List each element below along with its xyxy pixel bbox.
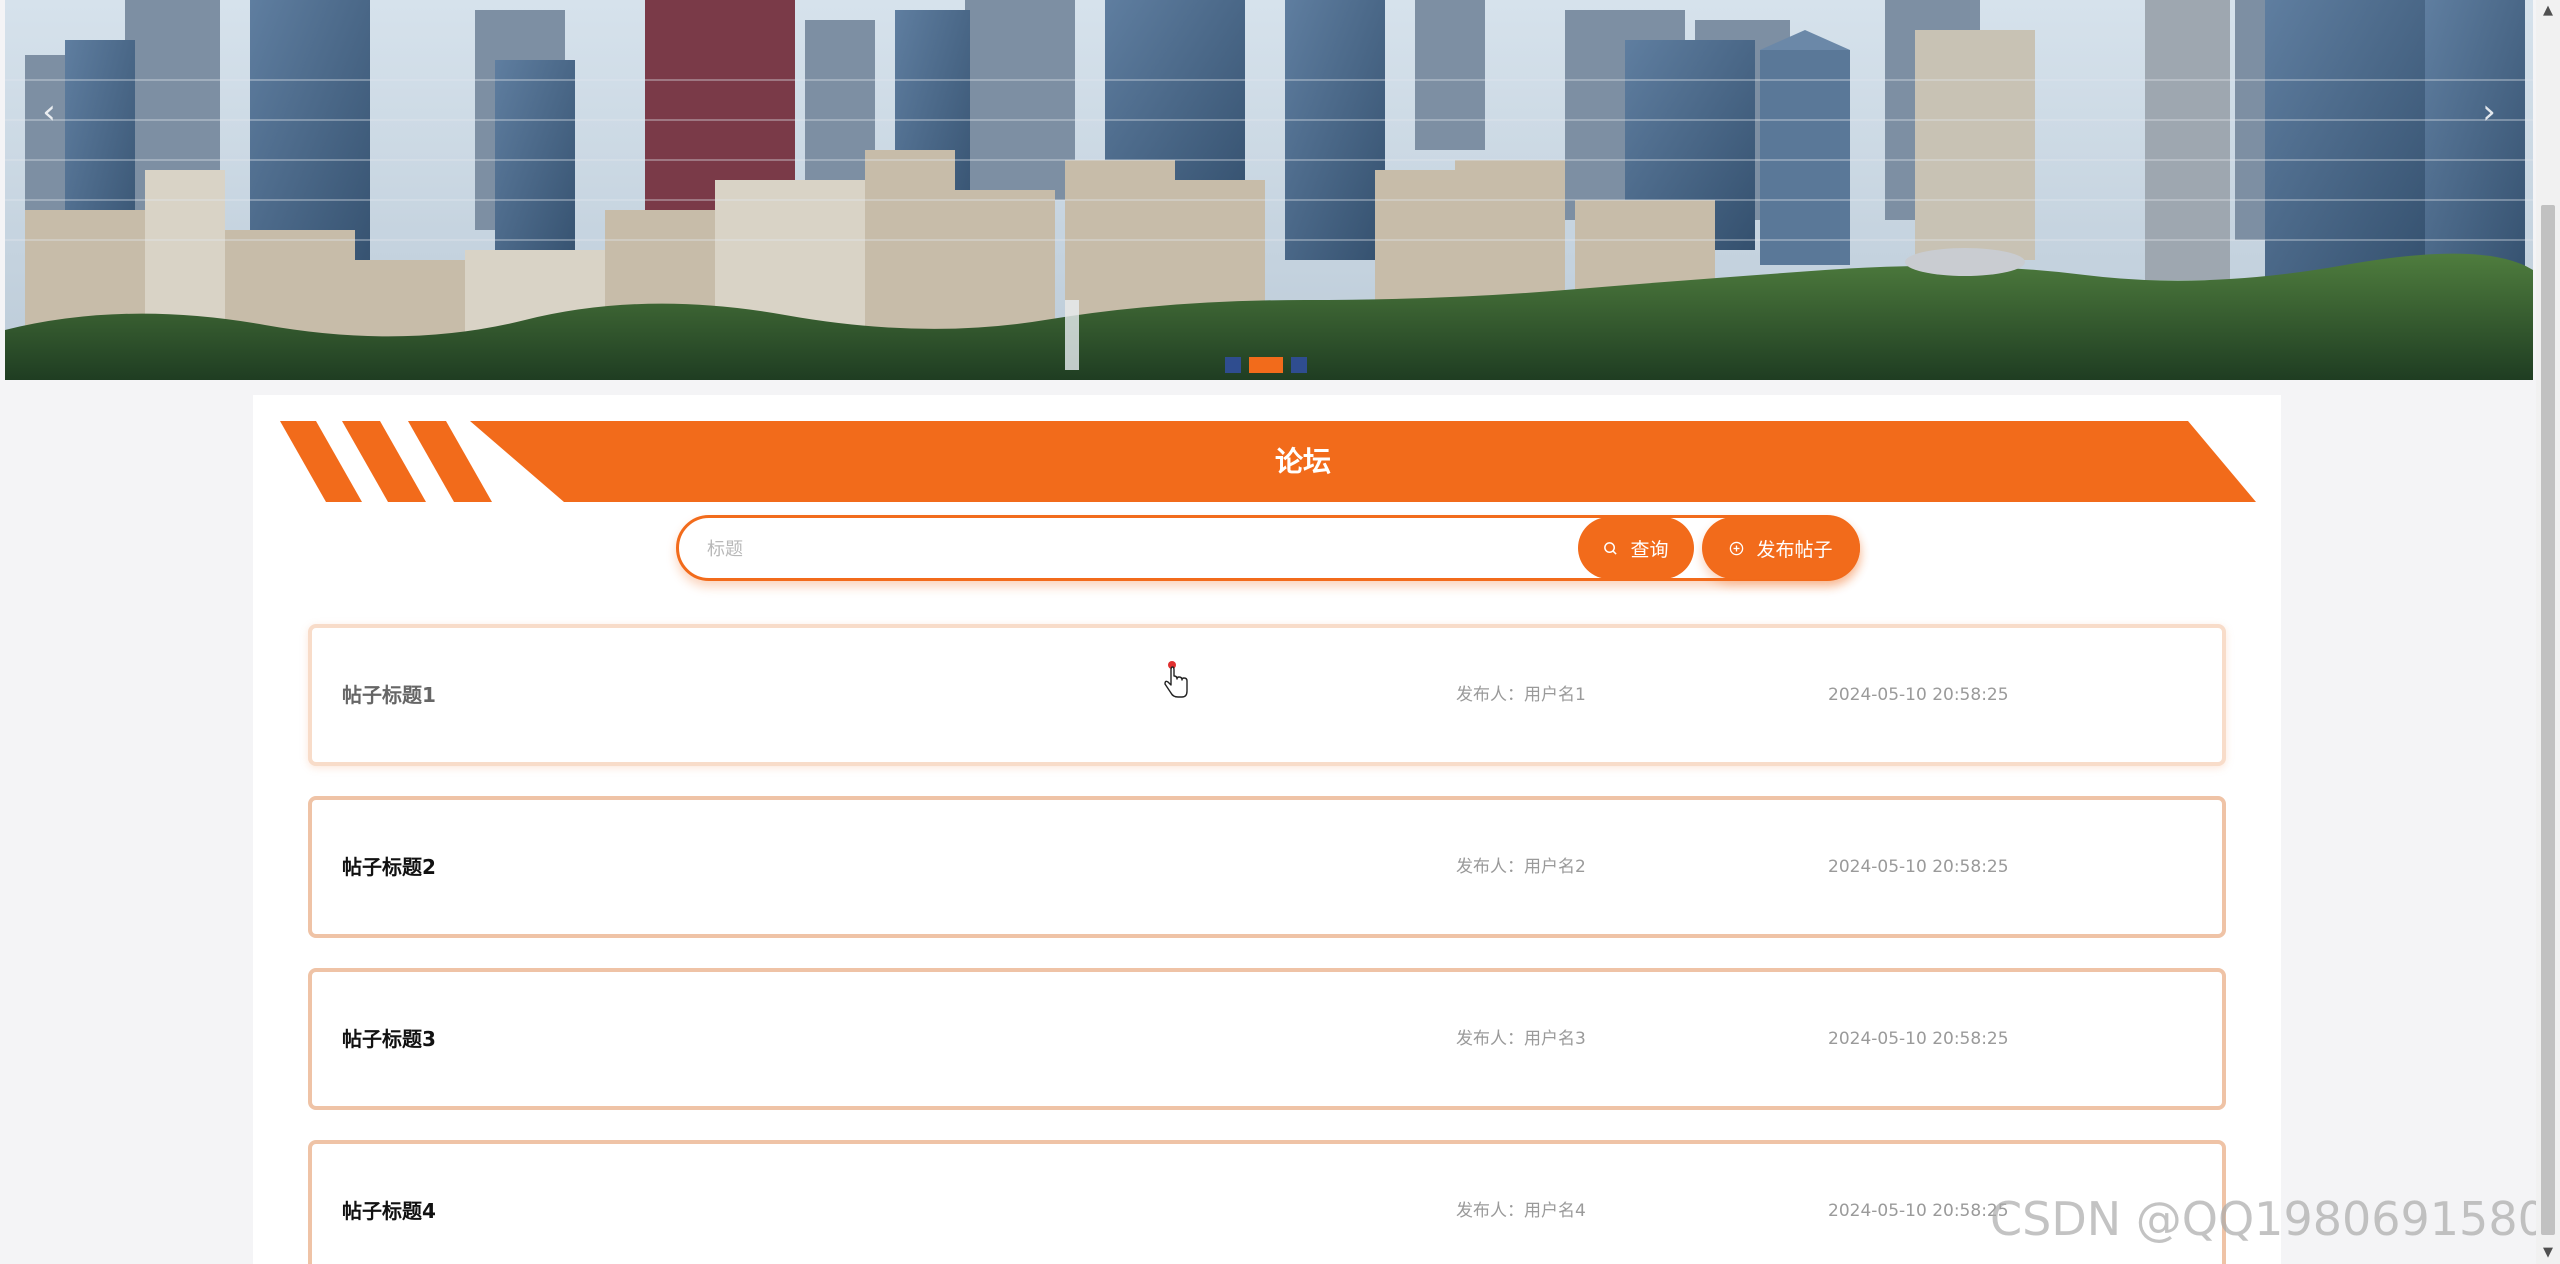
hand-pointer-cursor-icon	[1164, 661, 1188, 698]
post-item-1[interactable]: 帖子标题1 发布人：用户名1 2024-05-10 20:58:25	[308, 624, 2226, 766]
carousel-dot-1[interactable]	[1225, 357, 1241, 373]
carousel-indicators	[1225, 357, 1307, 373]
query-button[interactable]: 查询	[1578, 517, 1694, 579]
post-title: 帖子标题1	[342, 683, 436, 707]
csdn-watermark: CSDN @QQ1980691580	[1990, 1192, 2547, 1246]
page: ‹ › 论坛 查询 发布帖子	[0, 0, 2560, 1264]
scroll-up-arrow-icon[interactable]: ▲	[2536, 0, 2560, 22]
city-skyline-image	[5, 0, 2533, 380]
publish-post-button[interactable]: 发布帖子	[1702, 517, 1860, 579]
banner-prev-arrow-icon[interactable]: ‹	[29, 92, 69, 132]
carousel-dot-3[interactable]	[1291, 357, 1307, 373]
post-author: 发布人：用户名1	[1456, 685, 1586, 705]
banner-carousel: ‹ ›	[5, 0, 2533, 380]
page-scrollbar[interactable]: ▲ ▼	[2536, 0, 2560, 1264]
post-author: 发布人：用户名3	[1456, 1029, 1586, 1049]
banner-next-arrow-icon[interactable]: ›	[2469, 92, 2509, 132]
post-time: 2024-05-10 20:58:25	[1828, 685, 2009, 705]
title-search-input[interactable]	[705, 528, 1569, 570]
post-title: 帖子标题2	[342, 855, 436, 879]
carousel-dot-2-active[interactable]	[1249, 357, 1283, 373]
query-button-label: 查询	[1630, 538, 1669, 561]
post-item-2[interactable]: 帖子标题2 发布人：用户名2 2024-05-10 20:58:25	[308, 796, 2226, 938]
plus-circle-icon	[1730, 541, 1744, 555]
publish-post-button-label: 发布帖子	[1756, 538, 1833, 561]
post-author: 发布人：用户名2	[1456, 857, 1586, 877]
post-author: 发布人：用户名4	[1456, 1201, 1586, 1221]
post-item-4[interactable]: 帖子标题4 发布人：用户名4 2024-05-10 20:58:25	[308, 1140, 2226, 1264]
post-title: 帖子标题3	[342, 1027, 436, 1051]
post-time: 2024-05-10 20:58:25	[1828, 1201, 2009, 1221]
scrollbar-thumb[interactable]	[2541, 205, 2555, 1235]
search-icon	[1604, 541, 1618, 555]
post-time: 2024-05-10 20:58:25	[1828, 857, 2009, 877]
post-title: 帖子标题4	[342, 1199, 436, 1223]
post-item-3[interactable]: 帖子标题3 发布人：用户名3 2024-05-10 20:58:25	[308, 968, 2226, 1110]
forum-title: 论坛	[1274, 445, 1331, 478]
forum-title-bar: 论坛	[280, 421, 2256, 502]
post-time: 2024-05-10 20:58:25	[1828, 1029, 2009, 1049]
scroll-down-arrow-icon[interactable]: ▼	[2536, 1242, 2560, 1264]
